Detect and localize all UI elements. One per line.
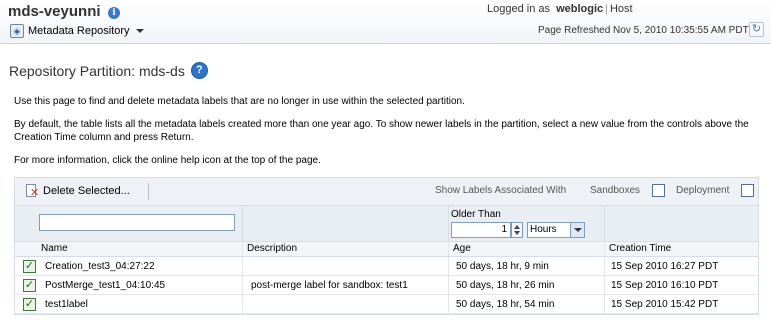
time-unit-select[interactable]: Hours [527, 222, 585, 238]
info-icon[interactable]: i [108, 7, 120, 19]
older-than-spinner[interactable] [511, 222, 523, 238]
table-row[interactable]: ✓ test1label 50 days, 18 hr, 54 min 15 S… [15, 295, 758, 314]
row-checkbox[interactable]: ✓ [23, 279, 36, 292]
deployment-label: Deployment [676, 185, 730, 196]
column-header-name[interactable]: Name [41, 243, 68, 254]
label-name: PostMerge_test1_04:10:45 [45, 280, 166, 291]
label-age: 50 days, 18 hr, 9 min [456, 261, 549, 272]
table-row[interactable]: ✓ PostMerge_test1_04:10:45 post-merge la… [15, 276, 758, 295]
page-title: Repository Partition: mds-ds [9, 62, 185, 79]
filter-row: Older Than 1 Hours [15, 206, 758, 242]
help-icon[interactable]: ? [190, 62, 208, 79]
label-age: 50 days, 18 hr, 54 min [456, 299, 555, 310]
table-row[interactable]: ✓ Creation_test3_04:27:22 50 days, 18 hr… [15, 257, 758, 276]
spin-up-icon[interactable] [514, 225, 520, 229]
column-header-creation-time[interactable]: Creation Time [609, 243, 671, 254]
show-labels-label: Show Labels Associated With [435, 185, 567, 196]
logged-in-prefix: Logged in as [487, 3, 550, 15]
labels-table: Older Than 1 Hours Name Description Age … [14, 205, 759, 315]
metadata-repository-label: Metadata Repository [28, 25, 130, 37]
separator: | [605, 3, 608, 15]
description-text-2: By default, the table lists all the meta… [14, 119, 749, 143]
label-creation-time: 15 Sep 2010 16:27 PDT [611, 261, 719, 272]
column-header-description[interactable]: Description [247, 243, 297, 254]
metadata-repository-menu[interactable]: ◈ Metadata Repository [10, 24, 144, 38]
table-header: Name Description Age Creation Time [15, 242, 758, 257]
app-title: mds-veyunni [8, 3, 101, 20]
toolbar-divider [148, 183, 149, 200]
spin-down-icon[interactable] [514, 231, 520, 235]
deployment-checkbox[interactable] [741, 184, 754, 197]
older-than-label: Older Than [451, 209, 501, 220]
label-creation-time: 15 Sep 2010 16:10 PDT [611, 280, 719, 291]
chevron-down-icon[interactable] [570, 223, 584, 237]
name-filter-input[interactable] [39, 214, 235, 231]
delete-selected-button[interactable]: ✕ Delete Selected... [25, 184, 130, 199]
host-link[interactable]: Host [610, 3, 633, 15]
older-than-input[interactable]: 1 [451, 222, 511, 238]
time-unit-value: Hours [530, 224, 557, 235]
label-age: 50 days, 18 hr, 26 min [456, 280, 555, 291]
page-title-row: Repository Partition: mds-ds ? [9, 62, 208, 79]
label-description: post-merge label for sandbox: test1 [251, 280, 408, 291]
refresh-icon[interactable]: ↻ [749, 22, 764, 37]
table-toolbar: ✕ Delete Selected... Show Labels Associa… [14, 177, 759, 205]
description-text-1: Use this page to find and delete metadat… [14, 96, 465, 107]
chevron-down-icon [135, 29, 144, 33]
label-creation-time: 15 Sep 2010 15:42 PDT [611, 299, 719, 310]
repository-icon: ◈ [10, 24, 24, 38]
column-header-age[interactable]: Age [453, 243, 471, 254]
row-checkbox[interactable]: ✓ [23, 298, 36, 311]
page-refreshed-text: Page Refreshed Nov 5, 2010 10:35:55 AM P… [538, 25, 749, 36]
row-checkbox[interactable]: ✓ [23, 260, 36, 273]
label-name: Creation_test3_04:27:22 [45, 261, 155, 272]
label-name: test1label [45, 299, 88, 310]
sandboxes-label: Sandboxes [590, 185, 641, 196]
delete-selected-label: Delete Selected... [43, 185, 130, 197]
username: weblogic [556, 3, 604, 15]
description-text-3: For more information, click the online h… [14, 155, 321, 166]
login-info: Logged in as weblogic | Host [487, 3, 633, 15]
delete-icon: ✕ [25, 184, 39, 199]
sandboxes-checkbox[interactable] [652, 184, 665, 197]
global-header: mds-veyunni i ◈ Metadata Repository Logg… [0, 0, 771, 44]
